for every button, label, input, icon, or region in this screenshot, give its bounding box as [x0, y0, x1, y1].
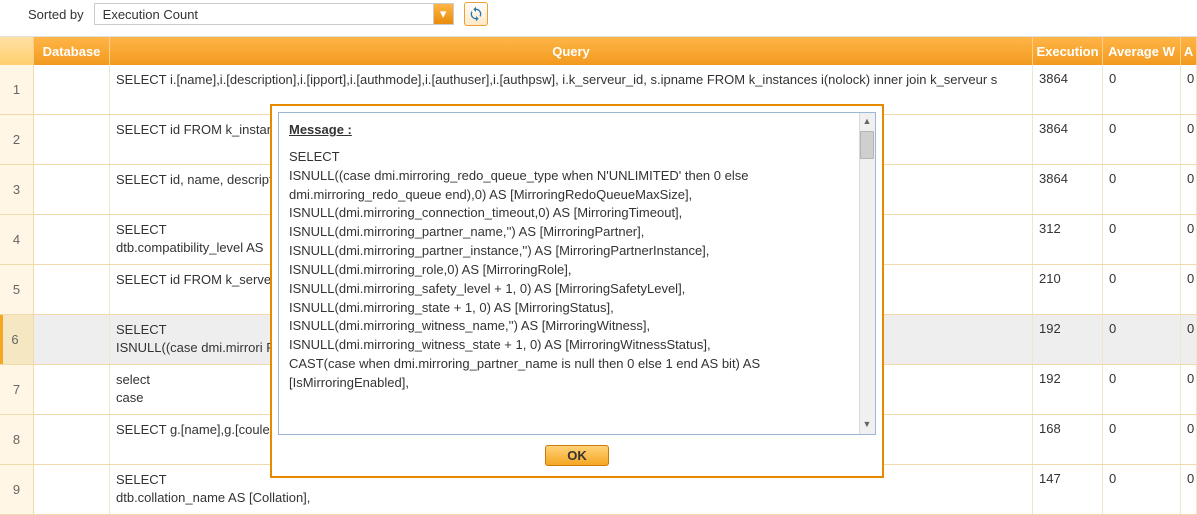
chevron-down-icon[interactable]: ▾: [433, 4, 453, 24]
row-number: 5: [0, 265, 34, 314]
cell-last: 0: [1181, 265, 1197, 314]
cell-average: 0: [1103, 65, 1181, 114]
cell-database: [34, 465, 110, 514]
row-number: 9: [0, 465, 34, 514]
col-last[interactable]: A: [1181, 37, 1197, 65]
cell-last: 0: [1181, 415, 1197, 464]
cell-execution: 3864: [1033, 115, 1103, 164]
scroll-down-icon[interactable]: ▼: [860, 418, 874, 432]
col-query[interactable]: Query: [110, 37, 1033, 65]
dialog-scrollbar[interactable]: ▲ ▼: [859, 113, 875, 434]
sort-select[interactable]: Execution Count ▾: [94, 3, 454, 25]
sort-select-value: Execution Count: [103, 7, 198, 22]
cell-average: 0: [1103, 365, 1181, 414]
row-number: 1: [0, 65, 34, 114]
cell-database: [34, 115, 110, 164]
dialog-heading: Message :: [289, 121, 865, 140]
dialog-body: Message : SELECT ISNULL((case dmi.mirror…: [278, 112, 876, 435]
row-number: 6: [0, 315, 34, 364]
cell-average: 0: [1103, 465, 1181, 514]
cell-database: [34, 215, 110, 264]
cell-execution: 192: [1033, 315, 1103, 364]
scroll-up-icon[interactable]: ▲: [860, 115, 874, 129]
cell-execution: 3864: [1033, 65, 1103, 114]
cell-execution: 210: [1033, 265, 1103, 314]
dialog-text: SELECT ISNULL((case dmi.mirroring_redo_q…: [289, 148, 865, 393]
message-dialog: Message : SELECT ISNULL((case dmi.mirror…: [270, 104, 884, 478]
dialog-footer: OK: [278, 435, 876, 470]
col-execution[interactable]: Execution: [1033, 37, 1103, 65]
cell-last: 0: [1181, 215, 1197, 264]
top-bar: Sorted by Execution Count ▾: [0, 0, 1197, 36]
row-number: 7: [0, 365, 34, 414]
cell-execution: 168: [1033, 415, 1103, 464]
cell-average: 0: [1103, 165, 1181, 214]
row-number: 3: [0, 165, 34, 214]
sorted-by-label: Sorted by: [28, 7, 84, 22]
cell-last: 0: [1181, 65, 1197, 114]
cell-database: [34, 165, 110, 214]
col-rownum[interactable]: [0, 37, 34, 65]
row-number: 8: [0, 415, 34, 464]
ok-button[interactable]: OK: [545, 445, 609, 466]
cell-average: 0: [1103, 315, 1181, 364]
refresh-button[interactable]: [464, 2, 488, 26]
cell-database: [34, 365, 110, 414]
cell-last: 0: [1181, 365, 1197, 414]
cell-average: 0: [1103, 265, 1181, 314]
col-average[interactable]: Average W: [1103, 37, 1181, 65]
cell-execution: 3864: [1033, 165, 1103, 214]
cell-last: 0: [1181, 465, 1197, 514]
cell-last: 0: [1181, 315, 1197, 364]
cell-last: 0: [1181, 165, 1197, 214]
row-number: 2: [0, 115, 34, 164]
cell-execution: 147: [1033, 465, 1103, 514]
cell-average: 0: [1103, 115, 1181, 164]
cell-database: [34, 65, 110, 114]
scroll-thumb[interactable]: [860, 131, 874, 159]
cell-average: 0: [1103, 215, 1181, 264]
grid-header: Database Query Execution Average W A: [0, 37, 1197, 65]
refresh-icon: [468, 6, 484, 22]
cell-average: 0: [1103, 415, 1181, 464]
cell-database: [34, 415, 110, 464]
cell-execution: 312: [1033, 215, 1103, 264]
cell-database: [34, 265, 110, 314]
cell-last: 0: [1181, 115, 1197, 164]
row-number: 4: [0, 215, 34, 264]
cell-execution: 192: [1033, 365, 1103, 414]
cell-database: [34, 315, 110, 364]
col-database[interactable]: Database: [34, 37, 110, 65]
